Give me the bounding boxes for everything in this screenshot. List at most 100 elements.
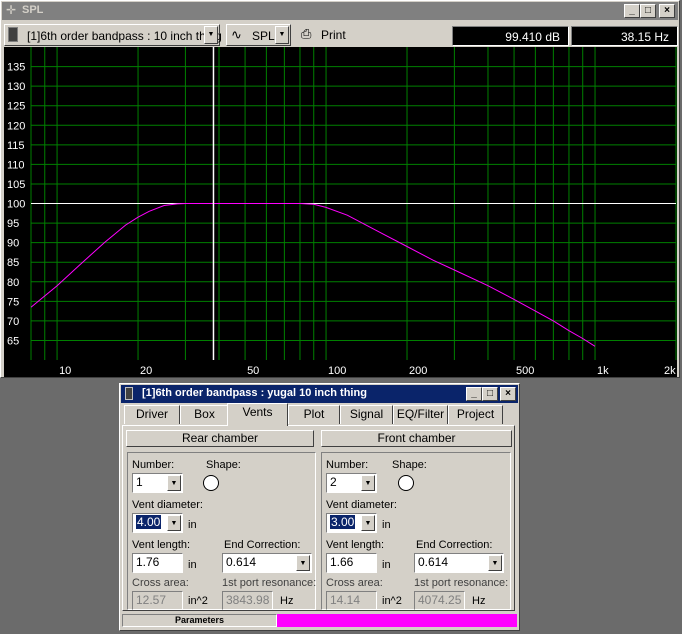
rear-number-value: 1	[136, 475, 143, 489]
front-end-correction-dropdown-arrow[interactable]: ▼	[488, 555, 502, 571]
front-number-label: Number:	[326, 459, 369, 471]
rear-length-label: Vent length:	[132, 539, 191, 551]
x-tick-label: 1k	[597, 365, 609, 377]
dialog-close-button[interactable]: ×	[500, 387, 516, 401]
front-length-unit: in	[382, 559, 391, 571]
y-tick-label: 95	[7, 218, 19, 230]
y-tick-label: 110	[7, 159, 25, 171]
rear-shape-circle-icon[interactable]	[203, 475, 219, 491]
tab-plot[interactable]: Plot	[288, 405, 340, 424]
front-length-label: Vent length:	[326, 539, 385, 551]
project-selector[interactable]: [1]6th order bandpass : 10 inch thing ▼	[4, 24, 222, 46]
minimize-button[interactable]: _	[624, 4, 640, 18]
tab-box[interactable]: Box	[180, 405, 229, 424]
rear-diameter-label: Vent diameter:	[132, 499, 203, 511]
vents-panel: Rear chamber Number: 1 ▼ Shape: Vent dia…	[122, 425, 515, 611]
rear-chamber-group: Number: 1 ▼ Shape: Vent diameter: 4.00 ▼…	[127, 452, 316, 610]
front-shape-circle-icon[interactable]	[398, 475, 414, 491]
front-resonance-label: 1st port resonance:	[414, 577, 509, 589]
parameters-dialog: [1]6th order bandpass : yugal 10 inch th…	[119, 383, 520, 631]
rear-number-select[interactable]: 1 ▼	[132, 473, 183, 493]
y-tick-label: 85	[7, 257, 19, 269]
front-diameter-dropdown-arrow[interactable]: ▼	[361, 515, 375, 531]
front-area-field: 14.14	[326, 591, 377, 610]
wave-icon: ∿	[231, 27, 242, 42]
y-tick-label: 90	[7, 238, 19, 250]
rear-diameter-dropdown-arrow[interactable]: ▼	[167, 515, 181, 531]
project-selector-label: [1]6th order bandpass : 10 inch thing	[27, 29, 222, 43]
y-tick-label: 125	[7, 101, 25, 113]
crosshair-icon: ✛	[6, 3, 17, 17]
rear-diameter-value: 4.00	[136, 515, 162, 529]
front-resonance-field: 4074.25	[414, 591, 465, 610]
rear-area-field: 12.57	[132, 591, 183, 610]
status-parameters-label: Parameters	[122, 614, 277, 627]
rear-length-input[interactable]: 1.76	[132, 553, 183, 573]
y-tick-label: 105	[7, 179, 25, 191]
rear-end-correction-dropdown-arrow[interactable]: ▼	[296, 555, 310, 571]
rear-number-label: Number:	[132, 459, 175, 471]
front-diameter-select[interactable]: 3.00 ▼	[326, 513, 377, 533]
x-tick-label: 2k	[664, 365, 676, 377]
y-tick-label: 100	[7, 199, 25, 211]
graph-type-label: SPL	[252, 29, 275, 43]
x-tick-label: 200	[409, 365, 427, 377]
dialog-title: [1]6th order bandpass : yugal 10 inch th…	[142, 387, 367, 399]
front-length-input[interactable]: 1.66	[326, 553, 377, 573]
close-button[interactable]: ×	[659, 4, 675, 18]
rear-resonance-label: 1st port resonance:	[222, 577, 317, 589]
rear-diameter-select[interactable]: 4.00 ▼	[132, 513, 183, 533]
front-end-correction-value: 0.614	[418, 555, 449, 569]
rear-length-unit: in	[188, 559, 197, 571]
rear-chamber-header[interactable]: Rear chamber	[126, 430, 314, 447]
print-label: Print	[321, 28, 346, 42]
tab-eq-filter[interactable]: EQ/Filter	[393, 405, 448, 424]
x-tick-label: 50	[247, 365, 259, 377]
tab-driver[interactable]: Driver	[124, 405, 180, 424]
spl-window: ✛ SPL _ □ × [1]6th order bandpass : 10 i…	[0, 0, 680, 378]
spl-titlebar[interactable]: ✛ SPL _ □ ×	[2, 2, 678, 20]
spl-series-line	[30, 203, 596, 347]
y-tick-label: 120	[7, 120, 25, 132]
spl-plot[interactable]: 135 130 125 120 115 110 105 100 95 90 85 80 75 70 65 10…	[4, 47, 677, 377]
front-number-select[interactable]: 2 ▼	[326, 473, 377, 493]
rear-end-correction-value: 0.614	[226, 555, 257, 569]
y-tick-label: 115	[7, 140, 25, 152]
rear-resonance-field: 3843.98	[222, 591, 273, 610]
x-tick-label: 500	[516, 365, 534, 377]
front-number-dropdown-arrow[interactable]: ▼	[361, 475, 375, 491]
front-shape-label: Shape:	[392, 459, 427, 471]
status-progress-bar	[277, 614, 517, 627]
y-tick-label: 65	[7, 335, 19, 347]
speaker-icon	[8, 27, 18, 42]
x-tick-label: 10	[59, 365, 71, 377]
front-chamber-header[interactable]: Front chamber	[321, 430, 512, 447]
front-end-correction-select[interactable]: 0.614 ▼	[414, 553, 504, 573]
dialog-titlebar[interactable]: [1]6th order bandpass : yugal 10 inch th…	[121, 385, 518, 403]
front-resonance-unit: Hz	[472, 595, 486, 607]
front-area-unit: in^2	[382, 595, 402, 607]
tab-vents[interactable]: Vents	[227, 403, 288, 426]
speaker-icon	[125, 387, 133, 400]
rear-number-dropdown-arrow[interactable]: ▼	[167, 475, 181, 491]
maximize-button[interactable]: □	[640, 4, 656, 18]
y-tick-label: 130	[7, 81, 25, 93]
tab-project[interactable]: Project	[448, 405, 503, 424]
project-dropdown-arrow[interactable]: ▼	[204, 26, 218, 44]
tab-signal[interactable]: Signal	[340, 405, 393, 424]
rear-area-label: Cross area:	[132, 577, 189, 589]
rear-diameter-unit: in	[188, 519, 197, 531]
rear-area-unit: in^2	[188, 595, 208, 607]
rear-end-correction-select[interactable]: 0.614 ▼	[222, 553, 312, 573]
dialog-maximize-button[interactable]: □	[482, 387, 498, 401]
dialog-minimize-button[interactable]: _	[466, 387, 482, 401]
print-button[interactable]: ⎙ Print	[295, 24, 355, 46]
front-number-value: 2	[330, 475, 337, 489]
rear-shape-label: Shape:	[206, 459, 241, 471]
spl-chart-svg: 135 130 125 120 115 110 105 100 95 90 85 80 75 70 65 10…	[7, 47, 677, 377]
graph-type-dropdown-arrow[interactable]: ▼	[275, 26, 289, 44]
front-area-label: Cross area:	[326, 577, 383, 589]
graph-type-selector[interactable]: ∿ SPL ▼	[226, 24, 291, 46]
front-chamber-group: Number: 2 ▼ Shape: Vent diameter: 3.00 ▼…	[321, 452, 511, 610]
hz-readout: 38.15 Hz	[571, 26, 678, 46]
